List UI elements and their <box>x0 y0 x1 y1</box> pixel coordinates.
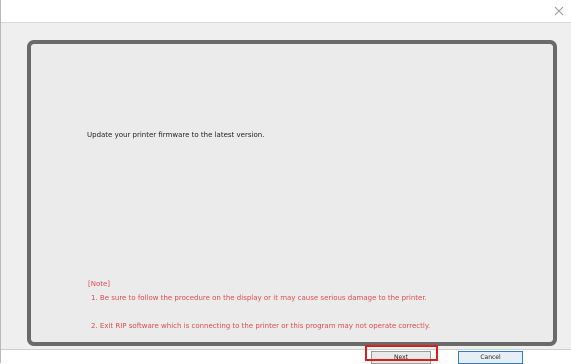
title-bar <box>1 0 571 22</box>
message-panel: Update your printer firmware to the late… <box>27 40 557 346</box>
close-icon[interactable] <box>553 5 565 17</box>
note-item-2: 2. Exit RIP software which is connecting… <box>91 322 431 330</box>
dialog-client-area: Update your printer firmware to the late… <box>1 22 571 364</box>
update-message: Update your printer firmware to the late… <box>87 131 265 139</box>
cancel-button[interactable]: Cancel <box>458 351 523 364</box>
next-button-highlight <box>365 345 438 361</box>
note-title: [Note] <box>88 280 111 288</box>
note-item-1: 1. Be sure to follow the procedure on th… <box>91 294 427 302</box>
